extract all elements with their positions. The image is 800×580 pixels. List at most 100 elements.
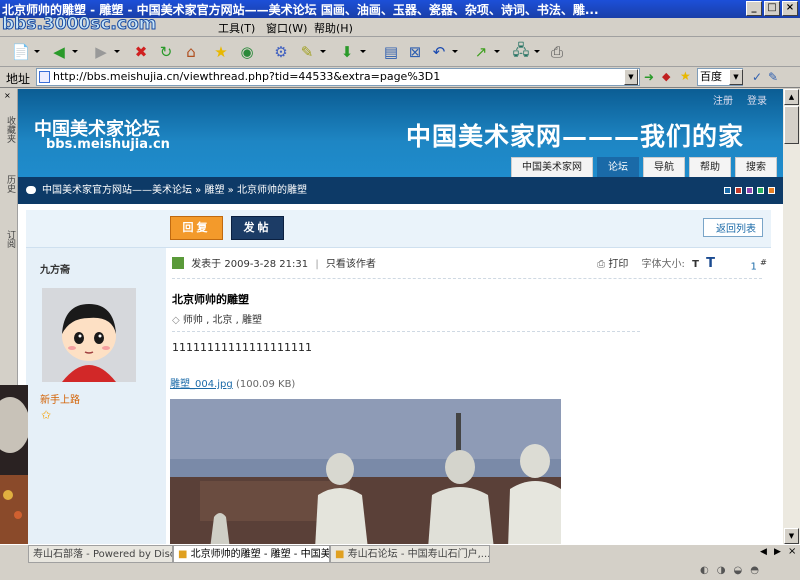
print-icon[interactable]: ⎙ [597,259,605,270]
print-link[interactable]: 打印 [608,259,628,270]
tag-item[interactable]: 北京 [212,315,232,326]
search-go-icon[interactable]: ✓ [752,70,762,84]
avatar-illustration [42,288,136,382]
maximize-button[interactable]: □ [764,1,780,16]
new-page-icon[interactable]: 📄 [10,41,40,63]
attachment-image[interactable] [170,399,561,544]
avatar[interactable] [42,288,136,382]
status-icon[interactable]: ◓ [750,565,759,580]
rank-star-icon: ✩ [41,408,52,422]
back-to-list-link[interactable]: 返回列表 [703,218,763,237]
tab-shoushan-forum[interactable]: ■ 寿山石论坛 - 中国寿山石门户,... [330,545,490,563]
site-nav: 中国美术家网 论坛 导航 帮助 搜索 [511,157,777,177]
author-name[interactable]: 九方斋 [40,261,70,276]
floor-number-value: 1 [750,261,757,273]
tab-scroll-right-icon[interactable]: ▶ [774,547,781,557]
menu-help[interactable]: 帮助(H) [314,20,353,36]
rss-icon[interactable]: ◆ [662,70,670,83]
url-dropdown-icon[interactable]: ▼ [624,69,638,85]
go-up-icon[interactable]: ↗ [470,41,500,63]
download-icon[interactable]: ⬇ [336,41,366,63]
floor-number[interactable]: 1 # [750,257,767,272]
favorites-star-icon[interactable]: ★ [210,41,232,63]
tab-close-icon[interactable]: × [788,546,796,557]
register-link[interactable]: 注册 [713,92,733,107]
tag-item[interactable]: 雕塑 [242,315,262,326]
style-swatch-green[interactable] [757,187,764,194]
site-slogan: 中国美术家网———我们的家 [406,122,745,151]
attachment-link[interactable]: 雕塑_004.jpg [170,379,233,390]
tab-shoushan-tribe[interactable]: 寿山石部落 - Powered by Disc... [28,545,173,563]
font-large-button[interactable]: T [706,256,715,271]
site-brand-en[interactable]: bbs.meishujia.cn [46,137,170,152]
vertical-scrollbar[interactable]: ▲ ▼ [783,89,800,544]
overlay-watermark-logo: bbs.3000sc.com [1,14,157,35]
sidebar-tab-subscriptions[interactable]: 订阅 [1,219,17,259]
address-label: 地址 [6,72,31,86]
nav-tab-search[interactable]: 搜索 [735,157,777,177]
tab-current-thread[interactable]: ■ 北京师帅的雕塑 - 雕塑 - 中国美... [173,545,330,563]
status-icon[interactable]: ◐ [700,565,709,580]
home-icon[interactable]: ⌂ [180,41,202,63]
options-gear-icon[interactable]: ⚙ [270,41,292,63]
address-bar: 地址 http://bbs.meishujia.cn/viewthread.ph… [0,67,800,88]
breadcrumb: 中国美术家官方网站——美术论坛 » 雕塑 » 北京师帅的雕塑 [18,177,783,204]
style-swatch-blue[interactable] [724,187,731,194]
search-dropdown-icon[interactable]: ▼ [729,69,743,85]
close-tab-icon[interactable]: ⊠ [404,41,426,63]
breadcrumb-text[interactable]: 中国美术家官方网站——美术论坛 » 雕塑 » 北京师帅的雕塑 [42,185,307,196]
menu-window[interactable]: 窗口(W) [266,20,307,36]
tag-icon: ◇ [172,315,180,326]
scroll-down-icon[interactable]: ▼ [784,528,799,544]
reply-button[interactable]: 回复 [170,216,223,240]
history-icon[interactable]: ◉ [236,41,258,63]
tools-icon[interactable]: ✎ [296,41,326,63]
back-icon[interactable]: ◀ [48,41,78,63]
sidebar-tab-history[interactable]: 历史 [1,159,17,209]
nav-tab-home[interactable]: 中国美术家网 [511,157,593,177]
sidebar-collapse-icon[interactable]: × [4,91,11,100]
style-swatch-red[interactable] [735,187,742,194]
nav-tab-guide[interactable]: 导航 [643,157,685,177]
divider [172,278,762,279]
refresh-icon[interactable]: ↻ [155,41,177,63]
status-icons: ◐ ◑ ◒ ◓ [700,565,800,580]
url-input[interactable]: http://bbs.meishujia.cn/viewthread.php?t… [36,68,640,86]
tab-scroll-left-icon[interactable]: ◀ [760,547,767,557]
style-swatch-purple[interactable] [746,187,753,194]
scroll-up-icon[interactable]: ▲ [784,89,799,105]
style-swatch-orange[interactable] [768,187,775,194]
stop-icon[interactable]: ✖ [130,41,152,63]
login-link[interactable]: 登录 [747,92,767,107]
search-star-icon[interactable]: ★ [680,69,691,83]
only-author-link[interactable]: 只看该作者 [326,259,376,270]
window-layout-icon[interactable]: ▤ [380,41,402,63]
forward-icon[interactable]: ▶ [90,41,120,63]
menu-tools[interactable]: 工具(T) [218,20,255,36]
minimize-button[interactable]: _ [746,1,762,16]
status-icon[interactable]: ◒ [733,565,742,580]
new-post-button[interactable]: 发帖 [231,216,284,240]
user-rank: 新手上路 [40,395,80,406]
close-button[interactable]: × [782,1,798,16]
floor-suffix: # [760,257,767,267]
nav-tab-help[interactable]: 帮助 [689,157,731,177]
go-arrow-icon[interactable]: ➜ [644,70,654,84]
scrollbar-thumb[interactable] [784,106,799,144]
print-icon[interactable]: ⎙ [546,41,568,63]
meta-divider: | [315,259,319,270]
page-content: 注册 登录 中国美术家论坛 bbs.meishujia.cn 中国美术家网———… [18,89,783,544]
tag-item[interactable]: 师帅 [183,315,203,326]
tab-label: 北京师帅的雕塑 - 雕塑 - 中国美... [190,549,330,560]
nav-tab-forum[interactable]: 论坛 [597,157,639,177]
undo-icon[interactable]: ↶ [428,41,458,63]
back-to-list-label: 返回列表 [716,224,756,235]
sidebar-tab-favorites[interactable]: 收藏夹 [1,109,17,149]
overlay-thumbnail [0,385,28,565]
font-small-button[interactable]: T [692,259,699,270]
network-icon[interactable]: 🖧 [510,41,540,63]
tab-bar: 寿山石部落 - Powered by Disc... ■ 北京师帅的雕塑 - 雕… [0,544,800,580]
search-options-icon[interactable]: ✎ [768,70,778,84]
status-icon[interactable]: ◑ [717,565,726,580]
attachment-size: (100.09 KB) [235,379,296,390]
